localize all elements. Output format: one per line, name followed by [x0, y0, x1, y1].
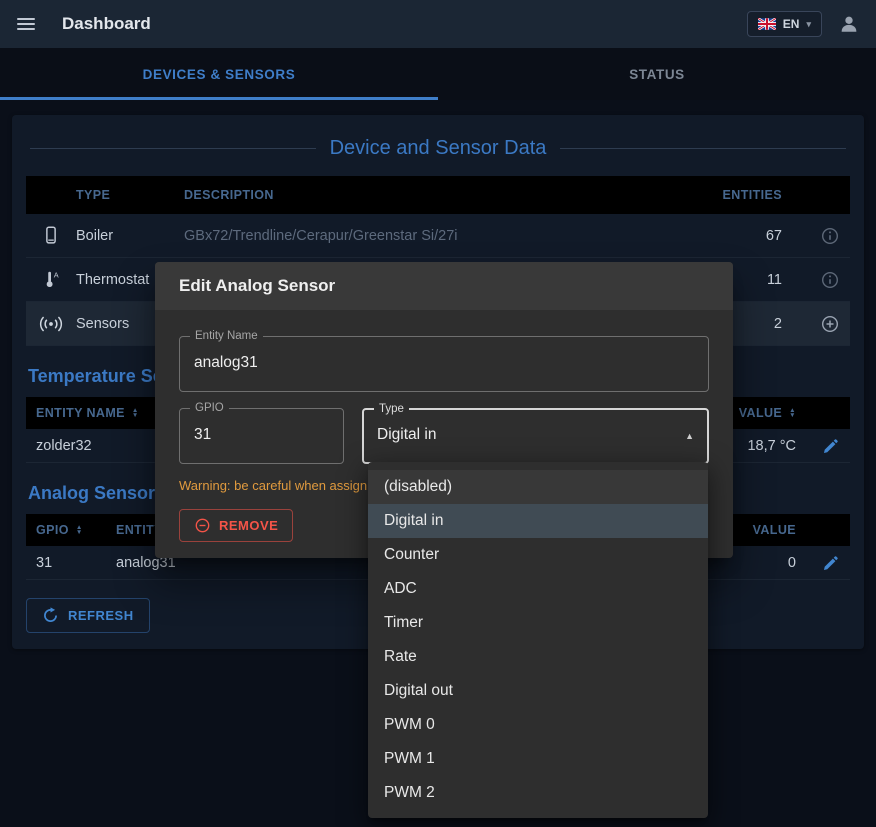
app-bar: Dashboard EN ▾ — [0, 0, 876, 48]
type-value: Digital in — [364, 410, 707, 444]
tab-status[interactable]: STATUS — [438, 48, 876, 100]
device-type: Boiler — [76, 228, 184, 244]
devices-table-header: TYPE DESCRIPTION ENTITIES — [26, 176, 850, 214]
info-button[interactable] — [816, 266, 844, 294]
svg-text:A: A — [54, 270, 59, 279]
refresh-icon — [42, 607, 59, 624]
menu-option-counter[interactable]: Counter — [368, 538, 708, 572]
language-label: EN — [783, 17, 800, 31]
type-dropdown-menu: (disabled) Digital in Counter ADC Timer … — [368, 462, 708, 818]
sort-icon: ▲▼ — [76, 525, 83, 536]
menu-option-disabled[interactable]: (disabled) — [368, 470, 708, 504]
app-title: Dashboard — [62, 14, 151, 34]
menu-icon — [17, 18, 35, 20]
gpio-label: GPIO — [190, 402, 229, 414]
remove-circle-icon — [194, 517, 211, 534]
account-button[interactable] — [834, 9, 864, 39]
edit-pencil-icon — [822, 437, 840, 455]
caret-up-icon: ▲ — [685, 431, 694, 441]
sort-icon: ▲▼ — [789, 408, 796, 419]
tab-bar: DEVICES & SENSORS STATUS — [0, 48, 876, 100]
menu-button[interactable] — [12, 14, 40, 34]
edit-button[interactable] — [818, 433, 844, 459]
entity-name-value: analog31 — [180, 337, 708, 372]
info-button[interactable] — [816, 222, 844, 250]
add-circle-icon — [820, 314, 840, 334]
sensors-icon — [26, 314, 76, 334]
menu-option-pwm-2[interactable]: PWM 2 — [368, 776, 708, 810]
entity-name-field[interactable]: Entity Name analog31 — [179, 336, 709, 392]
gpio-field[interactable]: GPIO 31 — [179, 408, 344, 464]
menu-option-pwm-0[interactable]: PWM 0 — [368, 708, 708, 742]
active-tab-indicator — [0, 97, 438, 100]
page-title: Device and Sensor Data — [330, 137, 547, 160]
dialog-title: Edit Analog Sensor — [155, 262, 733, 310]
edit-button[interactable] — [818, 550, 844, 576]
info-icon — [820, 270, 840, 290]
edit-pencil-icon — [822, 554, 840, 572]
table-row-boiler[interactable]: Boiler GBx72/Trendline/Cerapur/Greenstar… — [26, 214, 850, 258]
title-divider-right — [560, 148, 846, 149]
device-entities: 67 — [684, 228, 796, 244]
type-label: Type — [374, 403, 409, 415]
caret-down-icon: ▾ — [806, 19, 811, 30]
card-title-row: Device and Sensor Data — [30, 137, 846, 160]
sensor-gpio: 31 — [26, 555, 116, 571]
entity-name-label: Entity Name — [190, 330, 263, 342]
account-icon — [838, 13, 860, 35]
menu-option-digital-out[interactable]: Digital out — [368, 674, 708, 708]
gpio-value: 31 — [180, 409, 343, 444]
boiler-icon — [26, 225, 76, 247]
info-icon — [820, 226, 840, 246]
menu-option-digital-in[interactable]: Digital in — [368, 504, 708, 538]
thermostat-icon: A — [26, 269, 76, 291]
header-type: TYPE — [76, 188, 184, 202]
header-gpio[interactable]: GPIO ▲▼ — [26, 523, 116, 537]
uk-flag-icon — [758, 18, 776, 30]
title-divider-left — [30, 148, 316, 149]
menu-option-timer[interactable]: Timer — [368, 606, 708, 640]
refresh-button[interactable]: REFRESH — [26, 598, 150, 633]
tab-devices-sensors[interactable]: DEVICES & SENSORS — [0, 48, 438, 100]
header-description: DESCRIPTION — [184, 188, 684, 202]
language-selector[interactable]: EN ▾ — [747, 11, 822, 37]
menu-option-pwm-1[interactable]: PWM 1 — [368, 742, 708, 776]
add-sensor-button[interactable] — [816, 310, 844, 338]
header-entities: ENTITIES — [684, 188, 796, 202]
device-description: GBx72/Trendline/Cerapur/Greenstar Si/27i — [184, 228, 684, 244]
menu-option-adc[interactable]: ADC — [368, 572, 708, 606]
field-row: GPIO 31 Type Digital in ▲ — [179, 408, 709, 464]
sort-icon: ▲▼ — [132, 408, 139, 419]
remove-button[interactable]: REMOVE — [179, 509, 293, 542]
type-select[interactable]: Type Digital in ▲ — [362, 408, 709, 464]
menu-option-rate[interactable]: Rate — [368, 640, 708, 674]
